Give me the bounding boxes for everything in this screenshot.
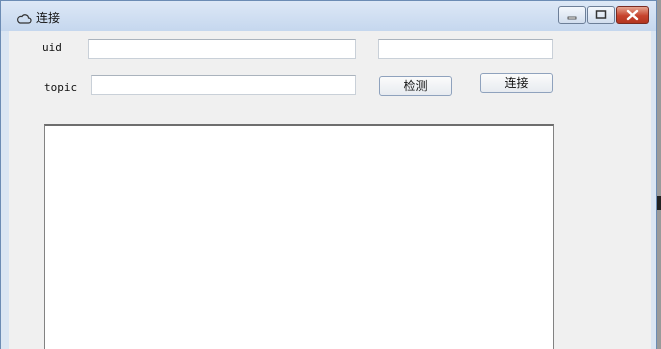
client-area: uid topic 检测 连接 [9,31,651,349]
maximize-icon [595,10,607,19]
connect-button[interactable]: 连接 [480,73,553,93]
minimize-button[interactable] [558,6,586,24]
close-button[interactable] [616,6,649,24]
app-window: 连接 uid topic 检测 连接 [0,0,657,349]
uid-input[interactable] [88,39,356,59]
minimize-icon [567,16,577,20]
window-title: 连接 [36,11,61,25]
desktop-edge [657,196,661,210]
topic-label: topic [44,81,78,94]
log-textarea[interactable] [44,124,554,349]
uid-label: uid [42,41,62,54]
topic-input[interactable] [91,75,356,95]
detect-button[interactable]: 检测 [379,76,452,96]
cloud-icon [16,10,32,29]
uid-extra-input[interactable] [378,39,553,59]
close-icon [626,9,639,21]
maximize-button[interactable] [587,6,615,24]
title-bar[interactable]: 连接 [1,1,656,31]
